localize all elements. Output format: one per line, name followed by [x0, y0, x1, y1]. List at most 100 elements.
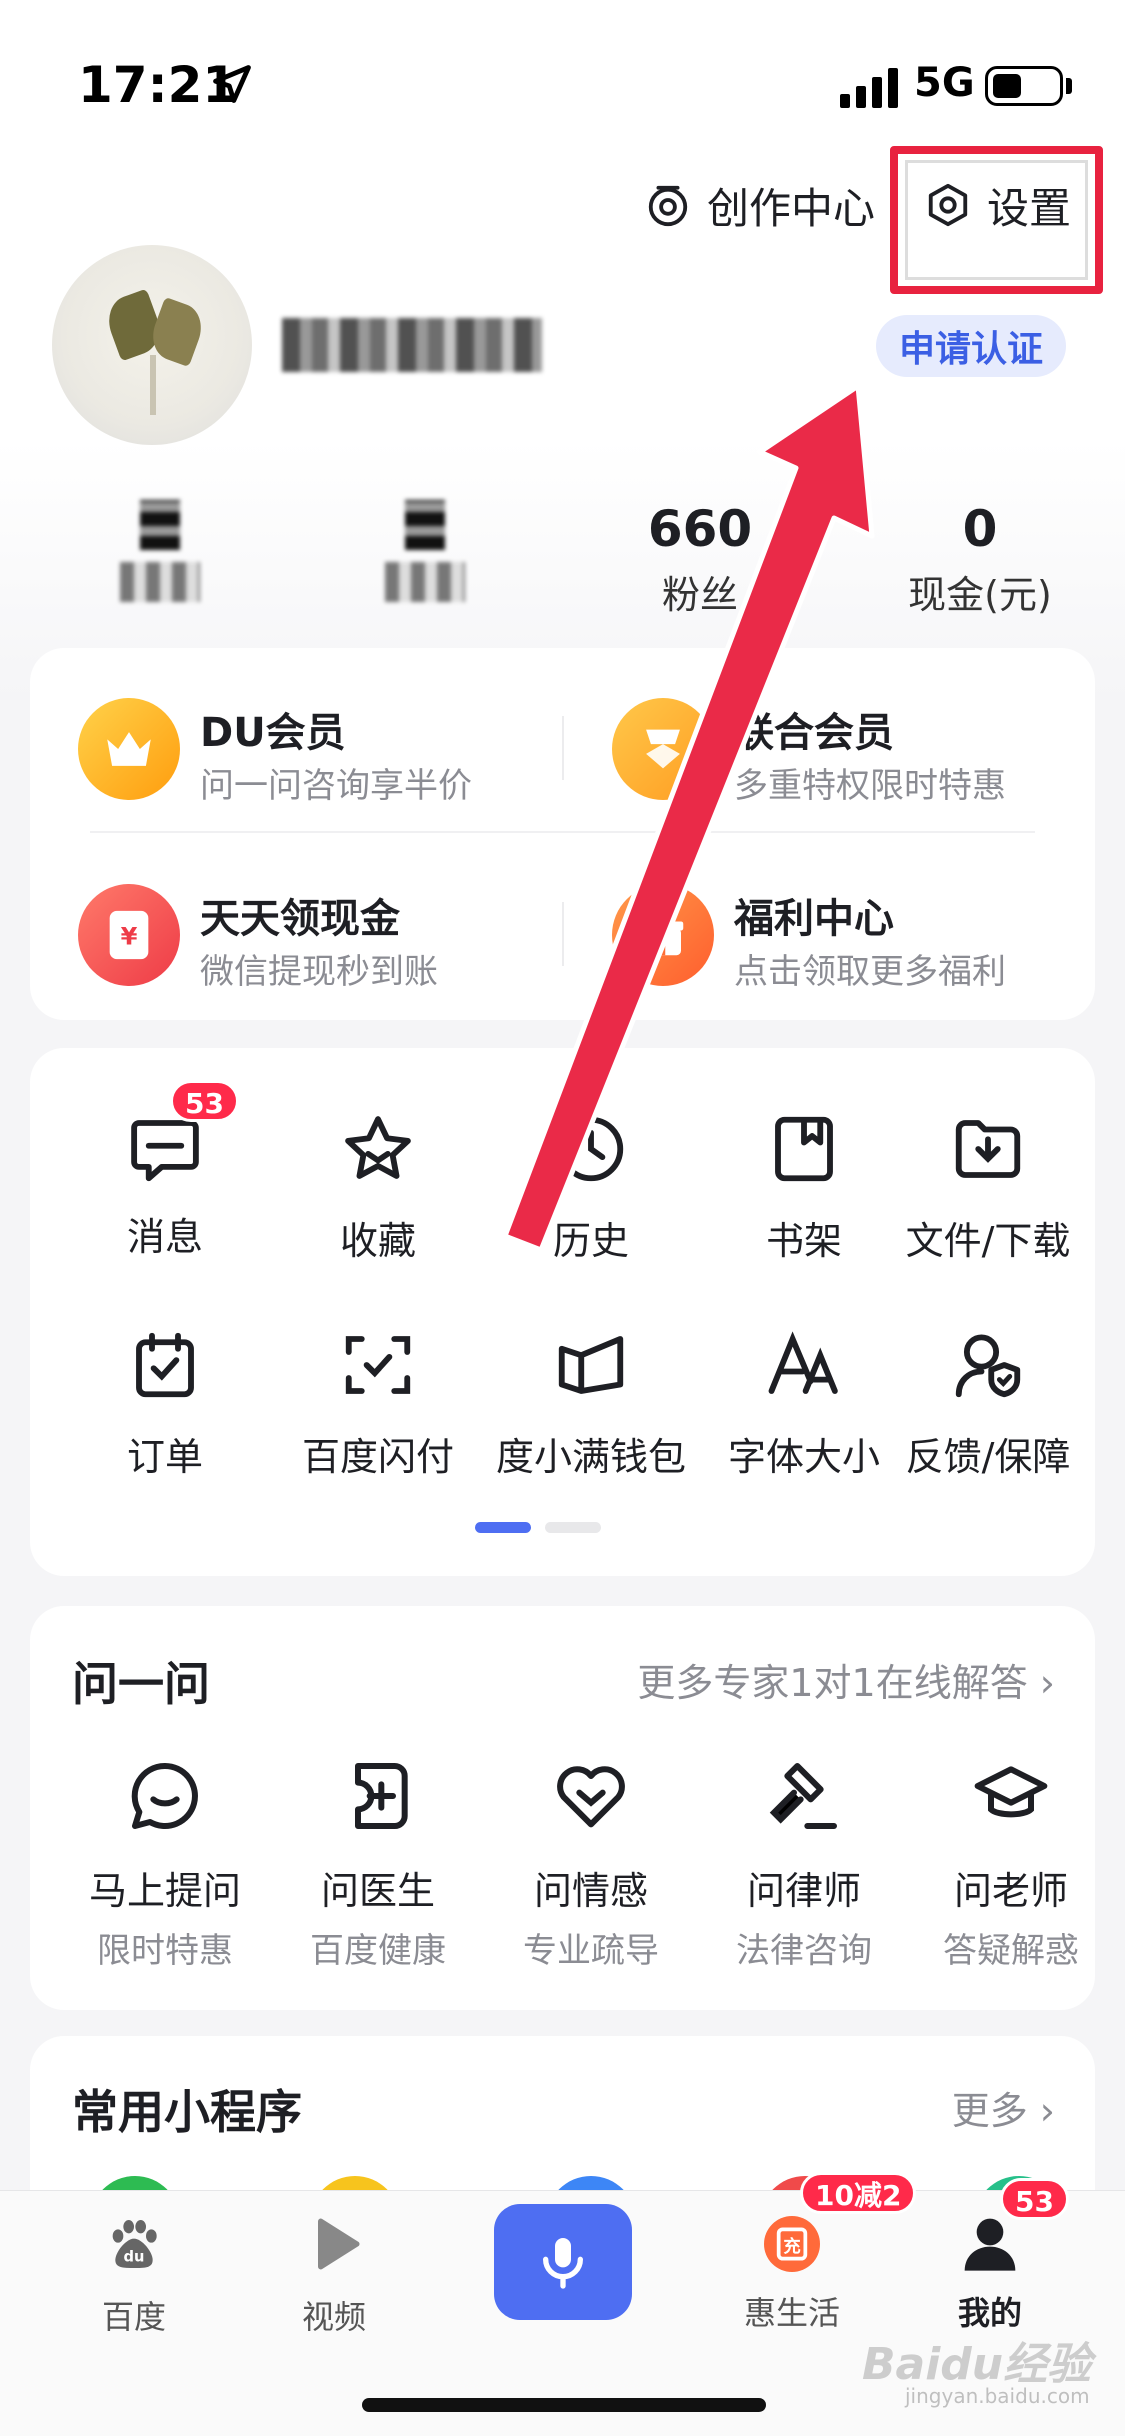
- tool-label: 度小满钱包: [495, 1435, 686, 1479]
- signal-icon: [840, 68, 898, 108]
- tool-bookshelf[interactable]: 书架: [699, 1110, 909, 1265]
- stat-blurred-2[interactable]: [325, 500, 525, 602]
- ask-sub: 法律咨询: [736, 1931, 872, 1971]
- ask-sub: 百度健康: [310, 1931, 446, 1971]
- baidu-paw-icon: du: [112, 2220, 157, 2268]
- gift-icon: [612, 884, 714, 986]
- stat-value-blurred: [140, 500, 180, 550]
- username-blurred[interactable]: [282, 318, 542, 372]
- divider: [562, 902, 564, 966]
- member-welfare[interactable]: 福利中心 点击领取更多福利: [612, 874, 1092, 994]
- member-title: 联合会员: [734, 710, 894, 756]
- member-title: 福利中心: [734, 896, 894, 942]
- tool-favorites[interactable]: 收藏: [273, 1110, 483, 1265]
- order-icon: [136, 1332, 194, 1398]
- ask-sub: 专业疏导: [523, 1931, 659, 1971]
- ask-more-label: 更多专家1对1在线解答: [637, 1661, 1028, 1705]
- page-dot[interactable]: [545, 1522, 601, 1533]
- member-joint[interactable]: 联合会员 多重特权限时特惠: [612, 688, 1092, 808]
- network-type: 5G: [914, 60, 975, 106]
- mini-programs-more-label: 更多: [951, 2089, 1028, 2133]
- stat-fans-label: 粉丝: [661, 573, 738, 617]
- ask-label: 问老师: [953, 1869, 1068, 1913]
- member-subtitle: 多重特权限时特惠: [734, 766, 1006, 806]
- tool-label: 收藏: [339, 1219, 416, 1263]
- stat-fans-value: 660: [647, 500, 753, 558]
- stat-cash-value: 0: [962, 500, 998, 558]
- ask-item-doctor[interactable]: 问医生 百度健康: [273, 1756, 483, 1972]
- chevron-right-icon: ›: [1039, 2089, 1055, 2133]
- voice-search-button[interactable]: [494, 2204, 632, 2320]
- stat-label-blurred: [385, 562, 465, 602]
- tool-orders[interactable]: 订单: [60, 1326, 270, 1481]
- ask-sub: 限时特惠: [97, 1931, 233, 1971]
- mini-programs-more-link[interactable]: 更多 ›: [952, 2080, 1055, 2135]
- tool-feedback[interactable]: 反馈/保障: [898, 1326, 1078, 1481]
- ask-label: 马上提问: [88, 1869, 241, 1913]
- wallet-icon: [558, 1336, 624, 1394]
- avatar-stem: [150, 355, 156, 415]
- tab-video[interactable]: 视频: [254, 2212, 414, 2338]
- member-title: DU会员: [200, 710, 346, 756]
- avatar[interactable]: [52, 245, 252, 445]
- svg-text:充: 充: [783, 2236, 800, 2257]
- tab-mine[interactable]: 53 我的: [910, 2178, 1070, 2334]
- tool-label: 订单: [126, 1435, 203, 1479]
- tab-baidu[interactable]: du 百度: [54, 2212, 214, 2338]
- medical-plus-icon: [355, 1763, 408, 1829]
- divider: [90, 831, 1035, 833]
- tool-history[interactable]: 历史: [486, 1110, 696, 1265]
- creator-icon: [648, 185, 688, 227]
- stat-fans[interactable]: 660 粉丝: [600, 500, 800, 617]
- creator-center-label: 创作中心: [707, 183, 876, 233]
- cash-icon: ¥: [78, 884, 180, 986]
- apply-verification-button[interactable]: 申请认证: [876, 315, 1066, 377]
- ask-item-emotion[interactable]: 问情感 专业疏导: [486, 1756, 696, 1972]
- message-badge: 53: [170, 1080, 239, 1122]
- battery-tip: [1066, 78, 1072, 94]
- ask-label: 问医生: [320, 1869, 435, 1913]
- member-subtitle: 微信提现秒到账: [200, 952, 438, 992]
- tool-wallet[interactable]: 度小满钱包: [486, 1326, 696, 1481]
- creator-center-button[interactable]: 创作中心: [645, 175, 875, 235]
- ask-sub: 答疑解惑: [943, 1931, 1079, 1971]
- tool-label: 文件/下载: [905, 1219, 1071, 1263]
- play-icon: [317, 2218, 360, 2270]
- recharge-icon: 充 10减2: [760, 2172, 917, 2276]
- member-subtitle: 问一问咨询享半价: [200, 766, 472, 806]
- tool-label: 消息: [126, 1215, 203, 1259]
- chat-bubble-icon: [131, 1762, 198, 1829]
- status-bar: 17:21 5G: [0, 0, 1125, 170]
- download-folder-icon: [955, 1120, 1021, 1178]
- ask-more-link[interactable]: 更多专家1对1在线解答 ›: [637, 1652, 1055, 1707]
- feedback-shield-icon: [955, 1334, 1021, 1398]
- watermark: Baidu经验: [862, 2339, 1092, 2390]
- chevron-right-icon: ›: [1039, 1661, 1055, 1705]
- stat-label-blurred: [120, 562, 200, 602]
- graduation-cap-icon: [974, 1766, 1048, 1818]
- ask-item-teacher[interactable]: 问老师 答疑解惑: [906, 1756, 1116, 1972]
- stat-blurred-1[interactable]: [60, 500, 260, 602]
- tool-quickpay[interactable]: 百度闪付: [273, 1326, 483, 1481]
- tool-downloads[interactable]: 文件/下载: [898, 1110, 1078, 1265]
- ask-item-question[interactable]: 马上提问 限时特惠: [60, 1756, 270, 1972]
- divider: [562, 716, 564, 780]
- gavel-icon: [769, 1763, 837, 1829]
- tab-life[interactable]: 充 10减2 惠生活: [712, 2172, 917, 2334]
- ask-item-lawyer[interactable]: 问律师 法律咨询: [699, 1756, 909, 1972]
- member-du[interactable]: DU会员 问一问咨询享半价: [78, 688, 558, 808]
- tab-label: 惠生活: [743, 2294, 840, 2332]
- svg-text:¥: ¥: [121, 923, 138, 951]
- page-indicator: [475, 1522, 601, 1533]
- message-icon: 53: [126, 1080, 239, 1188]
- stat-cash[interactable]: 0 现金(元): [880, 500, 1080, 617]
- tool-font-size[interactable]: 字体大小: [699, 1326, 909, 1481]
- user-icon: 53: [958, 2178, 1069, 2276]
- highlight-inner-box: [905, 160, 1088, 280]
- tab-label: 视频: [301, 2298, 366, 2336]
- member-daily-cash[interactable]: ¥ 天天领现金 微信提现秒到账: [78, 874, 558, 994]
- tab-label: 百度: [101, 2298, 166, 2336]
- tool-message[interactable]: 53 消息: [60, 1080, 270, 1261]
- tool-label: 百度闪付: [301, 1435, 454, 1479]
- tools-card: 53 消息 收藏 历史 书架 文件/下载 订单 百度闪付 度小满钱包 字体大小 …: [30, 1048, 1095, 1576]
